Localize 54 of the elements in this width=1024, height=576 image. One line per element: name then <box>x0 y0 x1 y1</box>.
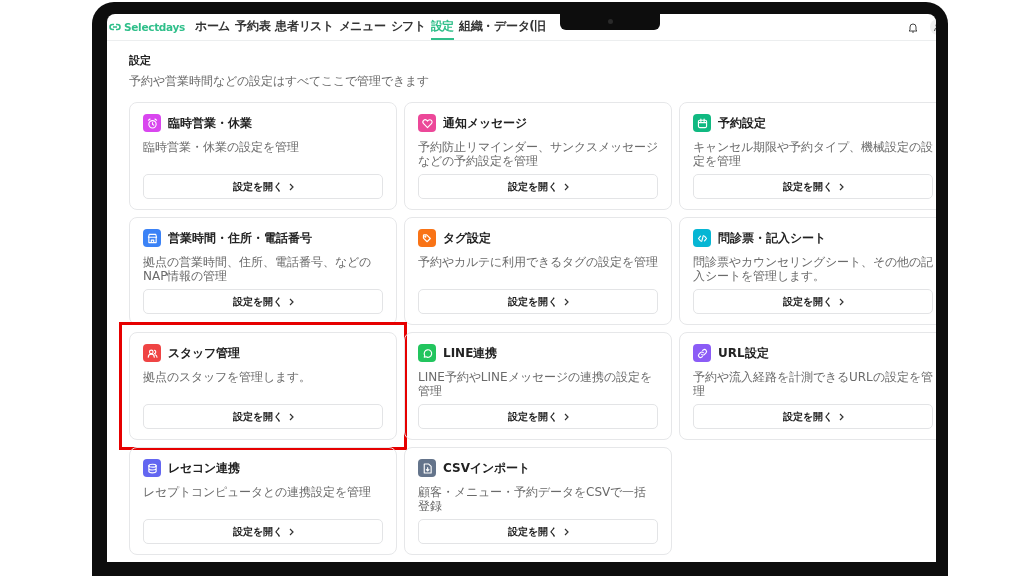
logo-icon <box>109 21 121 33</box>
open-settings-button[interactable]: 設定を開く <box>418 174 658 199</box>
card-title: 予約設定 <box>718 114 766 132</box>
open-settings-button[interactable]: 設定を開く <box>418 289 658 314</box>
chevron-right-icon <box>563 182 569 191</box>
chevron-right-icon <box>838 412 844 421</box>
card-description: 拠点のスタッフを管理します。 <box>143 370 312 384</box>
nav-tab[interactable]: ホーム <box>195 14 231 40</box>
page-title: 設定 <box>129 53 152 68</box>
open-settings-button[interactable]: 設定を開く <box>143 519 383 544</box>
page-subtitle: 予約や営業時間などの設定はすべてここで管理できます <box>129 73 430 90</box>
card-description: 予約やカルテに利用できるタグの設定を管理 <box>418 255 658 269</box>
nav-tab[interactable]: 患者リスト <box>275 14 334 40</box>
open-settings-button[interactable]: 設定を開く <box>143 404 383 429</box>
card-description: 予約や流入経路を計測できるURLの設定を管理 <box>693 370 933 398</box>
bell-icon[interactable] <box>908 21 918 33</box>
card-description: 臨時営業・休業の設定を管理 <box>143 140 300 154</box>
chevron-right-icon <box>563 527 569 536</box>
open-settings-button[interactable]: 設定を開く <box>418 404 658 429</box>
chevron-right-icon <box>288 527 294 536</box>
card-title: タグ設定 <box>443 229 491 247</box>
card-title: 問診票・記入シート <box>718 229 826 247</box>
card-title: レセコン連携 <box>168 459 240 477</box>
card-title: 営業時間・住所・電話番号 <box>168 229 312 247</box>
card-description: 顧客・メニュー・予約データをCSVで一括登録 <box>418 485 648 513</box>
card-description: レセプトコンピュータとの連携設定を管理 <box>143 485 372 499</box>
chevron-right-icon <box>838 182 844 191</box>
open-settings-button[interactable]: 設定を開く <box>418 519 658 544</box>
open-settings-button[interactable]: 設定を開く <box>693 289 933 314</box>
open-settings-button[interactable]: 設定を開く <box>693 174 933 199</box>
card-description: LINE予約やLINEメッセージの連携の設定を管理 <box>418 370 653 398</box>
open-settings-button[interactable]: 設定を開く <box>143 289 383 314</box>
card-title: CSVインポート <box>443 459 530 477</box>
nav-tab[interactable]: 予約表 <box>235 14 271 40</box>
card-description: キャンセル期限や予約タイプ、機械設定の設定を管理 <box>693 140 933 168</box>
card-title: LINE連携 <box>443 344 498 362</box>
chevron-right-icon <box>288 182 294 191</box>
open-settings-button[interactable]: 設定を開く <box>143 174 383 199</box>
chevron-right-icon <box>288 297 294 306</box>
chevron-right-icon <box>563 412 569 421</box>
chevron-right-icon <box>838 297 844 306</box>
chevron-right-icon <box>563 297 569 306</box>
card-title: URL設定 <box>718 344 769 362</box>
chevron-right-icon <box>288 412 294 421</box>
card-title: 通知メッセージ <box>443 114 527 132</box>
card-title: スタッフ管理 <box>168 344 240 362</box>
nav-tab[interactable]: メニュー <box>338 14 386 40</box>
nav-tab[interactable]: 組織・データ(旧 <box>459 14 547 40</box>
card-description: 問診票やカウンセリングシート、その他の記入シートを管理します。 <box>693 255 933 283</box>
card-title: 臨時営業・休業 <box>168 114 252 132</box>
card-description: 拠点の営業時間、住所、電話番号、などのNAP情報の管理 <box>143 255 372 283</box>
card-description: 予約防止リマインダー、サンクスメッセージなどの予約設定を管理 <box>418 140 658 168</box>
open-settings-button[interactable]: 設定を開く <box>693 404 933 429</box>
nav-tab[interactable]: シフト <box>390 14 426 40</box>
